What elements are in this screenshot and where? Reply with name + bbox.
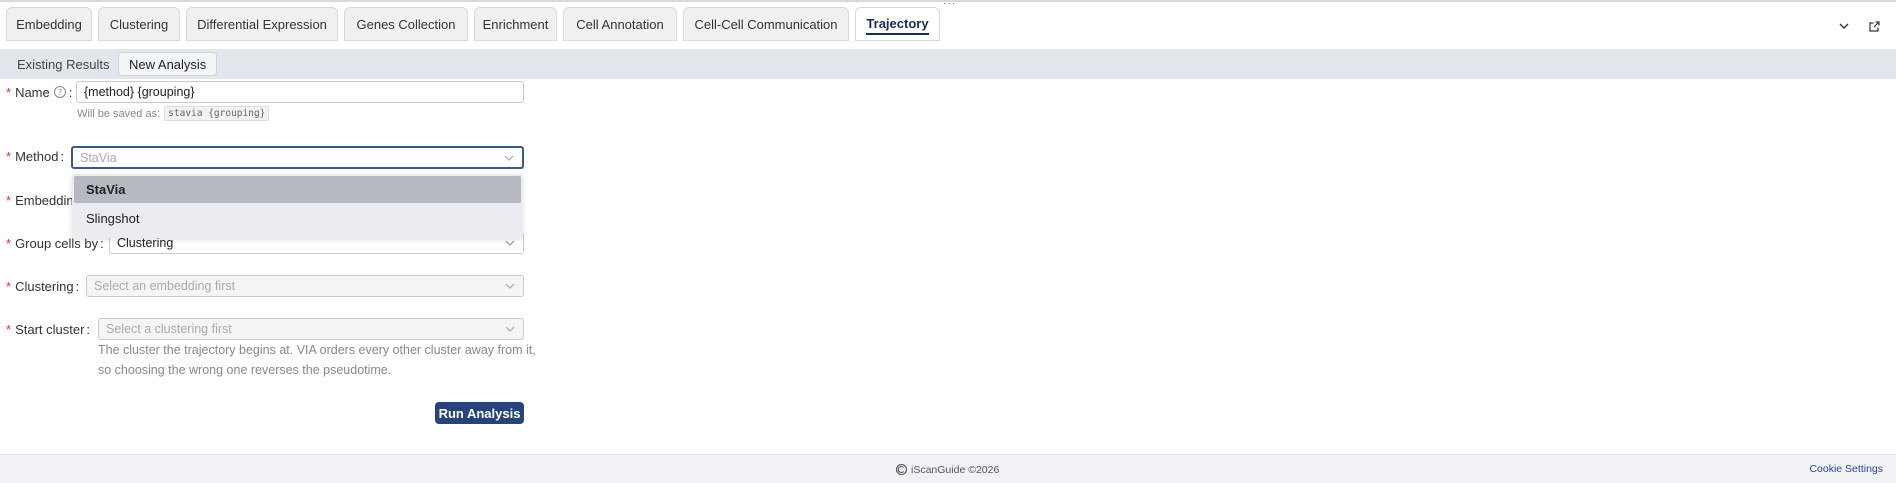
subtab-existing-results[interactable]: Existing Results [7, 52, 119, 76]
chevron-down-icon [505, 326, 515, 332]
footer: iScanGuide ©2026 Cookie Settings [0, 454, 1896, 483]
tab-trajectory[interactable]: Trajectory [855, 7, 940, 41]
required-asterisk: * [6, 84, 12, 100]
open-external-icon[interactable] [1866, 18, 1882, 34]
method-select[interactable]: StaVia [71, 146, 524, 169]
start-cluster-label: * Start cluster : [6, 321, 91, 337]
run-analysis-button[interactable]: Run Analysis [435, 402, 524, 424]
name-input[interactable]: {method} {grouping} [76, 81, 524, 103]
svg-text:?: ? [58, 88, 62, 97]
method-dropdown-menu: StaVia Slingshot [72, 174, 523, 238]
cookie-settings-link[interactable]: Cookie Settings [1809, 463, 1883, 475]
chevron-down-icon [504, 155, 514, 161]
subtab-new-analysis[interactable]: New Analysis [118, 52, 218, 76]
footer-copyright: iScanGuide ©2026 [895, 463, 999, 476]
tab-genes-collection[interactable]: Genes Collection [344, 7, 468, 41]
embedding-label: * Embeddin [6, 192, 74, 208]
method-label: * Method : [6, 148, 65, 164]
tab-embedding[interactable]: Embedding [6, 7, 92, 41]
sub-tab-bar: Existing Results New Analysis [0, 49, 1896, 79]
name-save-hint: Will be saved as: stavia {grouping} [77, 106, 270, 121]
help-question-icon[interactable]: ? [53, 85, 67, 99]
method-option-slingshot[interactable]: Slingshot [74, 205, 521, 232]
tab-differential-expression[interactable]: Differential Expression [186, 7, 338, 41]
tab-cell-cell-communication[interactable]: Cell-Cell Communication [683, 7, 849, 41]
logo-icon [895, 463, 908, 476]
name-label: * Name ? : [6, 84, 73, 100]
start-cluster-description: The cluster the trajectory begins at. VI… [98, 343, 536, 377]
tab-enrichment[interactable]: Enrichment [474, 7, 557, 41]
saved-name-code: stavia {grouping} [164, 106, 270, 121]
tab-actions [1836, 18, 1882, 34]
start-cluster-select[interactable]: Select a clustering first [98, 318, 524, 340]
tab-clustering[interactable]: Clustering [98, 7, 180, 41]
chevron-down-icon [505, 283, 515, 289]
method-option-stavia[interactable]: StaVia [74, 176, 521, 203]
clustering-select[interactable]: Select an embedding first [86, 275, 524, 297]
chevron-down-icon [505, 240, 515, 246]
collapse-chevron-down-icon[interactable] [1836, 18, 1852, 34]
tab-cell-annotation[interactable]: Cell Annotation [563, 7, 677, 41]
main-tab-bar: Embedding Clustering Differential Expres… [0, 4, 1896, 48]
clustering-label: * Clustering : [6, 278, 80, 294]
